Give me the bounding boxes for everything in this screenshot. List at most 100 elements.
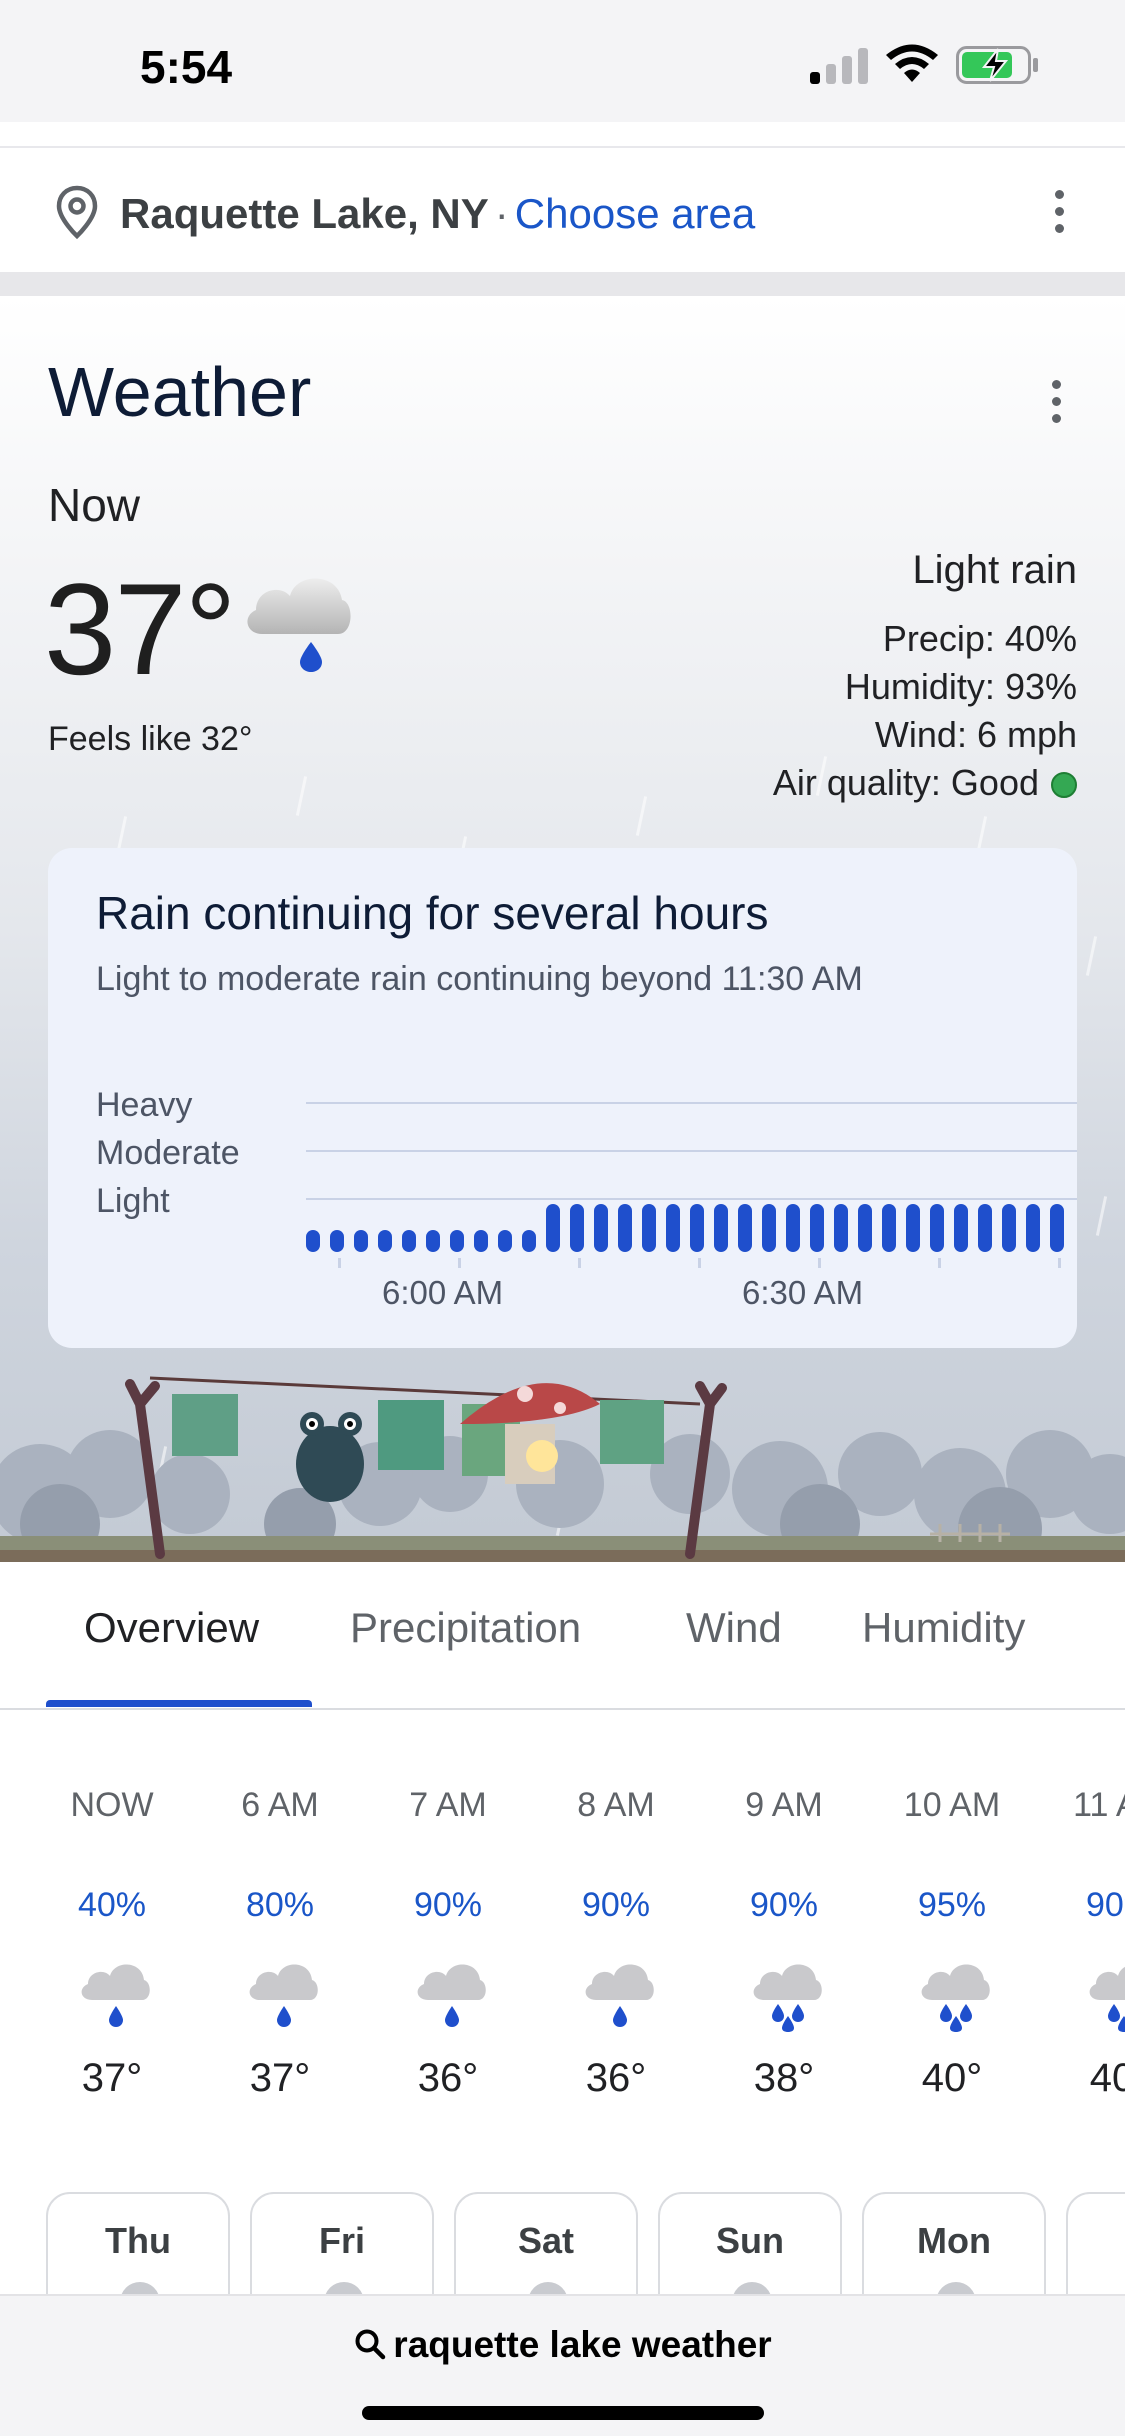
status-time: 5:54 [140,41,233,93]
rain-intensity-bar [834,1204,848,1252]
rain-intensity-bar [570,1204,584,1252]
rain-intensity-bar [594,1204,608,1252]
day-card[interactable]: Fri [250,2192,434,2300]
hour-time: 10 AM [903,1786,1001,1824]
hourly-forecast[interactable]: NOW 40% 37° 6 AM 80% 37° 7 AM 90% 36° 8 AM 90% 36° 9… [0,1712,1125,2172]
day-card[interactable]: Mon [862,2192,1046,2300]
current-temperature: 37° [44,556,237,702]
weather-more-options-icon[interactable] [1050,378,1062,426]
tab-wind[interactable]: Wind [686,1604,782,1652]
rain-forecast-card[interactable]: Rain continuing for several hours Light … [48,848,1077,1348]
rain-icon [753,1964,822,2032]
feels-like: Feels like 32° [48,720,253,758]
rain-intensity-bar [1026,1204,1040,1252]
rain-intensity-bar [1002,1204,1016,1252]
light-rain-icon [81,1964,150,2027]
rain-icon [1089,1967,1125,2032]
location-bar: Raquette Lake, NY · Choose area [0,146,1125,272]
rain-intensity-bar [498,1230,512,1252]
location-more-options-icon[interactable] [1053,188,1065,236]
rain-intensity-bar [906,1204,920,1252]
hour-precip: 80% [245,1886,315,1924]
daily-forecast[interactable]: Thu Fri Sat Sun Mon [0,2190,1125,2300]
rain-intensity-bar [378,1230,392,1252]
rain-intensity-bar [738,1204,752,1252]
day-card[interactable] [1066,2192,1125,2300]
rain-card-subtitle: Light to moderate rain continuing beyond… [96,960,863,998]
weather-title: Weather [48,353,312,431]
weather-tabs: Overview Precipitation Wind Humidity [0,1562,1125,1710]
light-rain-icon [585,1964,654,2027]
tab-precipitation[interactable]: Precipitation [350,1604,581,1652]
day-card[interactable]: Thu [46,2192,230,2300]
rain-intensity-bar [690,1204,704,1252]
hour-precip: 90% [1085,1886,1125,1924]
rain-streak [1095,1196,1108,1236]
hour-temp: 38° [753,2056,815,2100]
rain-streak [295,776,308,816]
condition-text: Light rain [912,548,1077,592]
hour-time: 9 AM [745,1786,823,1824]
rain-intensity-bar [978,1204,992,1252]
rain-intensity-bar [714,1204,728,1252]
level-heavy-label: Heavy [96,1086,193,1124]
gridline-heavy [306,1102,1077,1104]
tick-mark [698,1258,701,1268]
search-query-text: raquette lake weather [393,2324,772,2365]
hour-time: 7 AM [409,1786,487,1824]
hour-precip: 90% [581,1886,651,1924]
rain-intensity-bar [786,1204,800,1252]
rain-intensity-bar [474,1230,488,1252]
tab-humidity[interactable]: Humidity [862,1604,1025,1652]
battery-charging-icon [956,46,1038,84]
bottom-search-bar[interactable]: raquette lake weather [0,2294,1125,2436]
tick-mark [818,1258,821,1268]
air-quality-row[interactable]: Air quality: Good [773,759,1077,807]
level-moderate-label: Moderate [96,1134,240,1172]
day-name: Thu [105,2220,171,2261]
day-card[interactable]: Sun [658,2192,842,2300]
home-indicator[interactable] [362,2406,764,2420]
rain-intensity-bar [930,1204,944,1252]
rain-intensity-bar [810,1204,824,1252]
light-rain-icon [247,578,351,672]
level-light-label: Light [96,1182,170,1220]
air-quality-text: Air quality: Good [772,762,1039,803]
tab-overview[interactable]: Overview [84,1604,259,1652]
hour-precip: 95% [917,1886,987,1924]
tick-mark [1058,1258,1061,1268]
choose-area-link[interactable]: Choose area [515,190,756,237]
hour-precip: 90% [413,1886,483,1924]
day-card[interactable]: Sat [454,2192,638,2300]
location-pin-icon [56,185,98,240]
section-divider [0,272,1125,296]
wind-text: Wind: 6 mph [874,714,1077,755]
location-separator: · [494,190,509,237]
day-name: Fri [318,2220,365,2261]
conditions-block: Light rain Precip: 40% Humidity: 93% Win… [773,548,1077,807]
rain-intensity-bar [642,1204,656,1252]
rain-intensity-bar [426,1230,440,1252]
rain-intensity-bar [666,1204,680,1252]
rain-intensity-bar [882,1204,896,1252]
rain-icon [921,1964,990,2032]
status-bar: 5:54 [0,0,1125,122]
wifi-icon [886,44,938,82]
rain-intensity-bar [618,1204,632,1252]
rain-intensity-bar [1050,1204,1064,1252]
air-quality-status-dot [1051,772,1077,798]
weather-card: Weather Now 37° Feels like 32° Light rai… [0,296,1125,1562]
rain-intensity-bar [330,1230,344,1252]
tick-mark [338,1258,341,1268]
hour-precip: 90% [749,1886,819,1924]
now-label: Now [48,479,141,531]
gridline-moderate [306,1150,1077,1152]
rain-card-title: Rain continuing for several hours [96,887,769,939]
rain-intensity-bar [522,1230,536,1252]
search-query-row[interactable]: raquette lake weather [0,2324,1125,2366]
hour-time: 8 AM [577,1786,655,1824]
cellular-signal-icon [810,46,868,84]
rain-intensity-bar [954,1204,968,1252]
hour-temp: 36° [585,2056,647,2100]
hour-temp: 37° [81,2056,143,2100]
